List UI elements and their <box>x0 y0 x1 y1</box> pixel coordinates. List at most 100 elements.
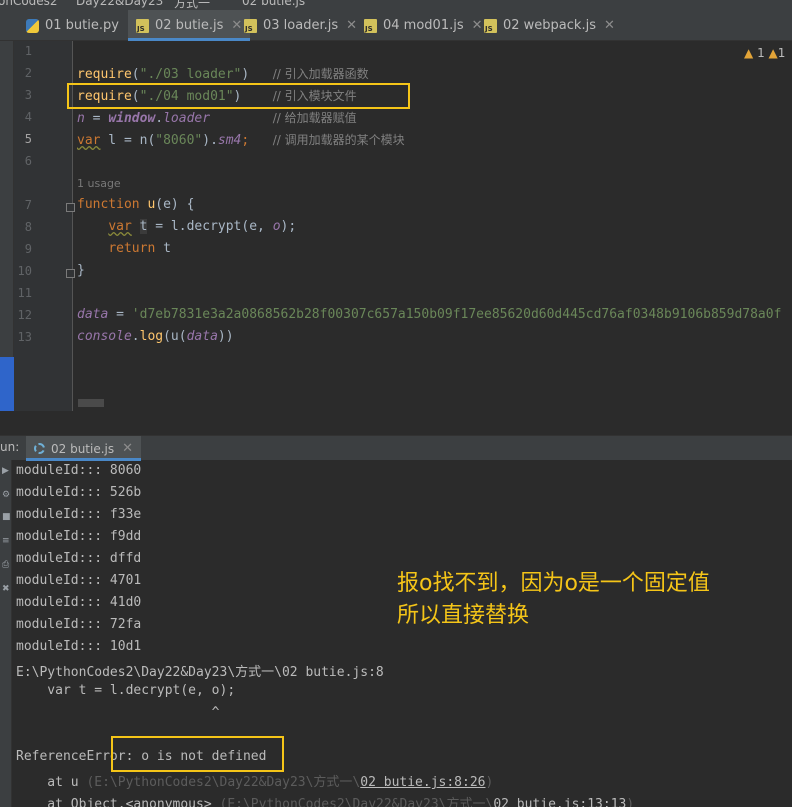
line-number: 12 <box>17 308 32 322</box>
stack-paren: ) <box>626 797 635 807</box>
rerun-icon[interactable]: ▶ <box>2 466 10 476</box>
code-token: (u( <box>163 329 187 344</box>
code-line-4[interactable]: n = window.loader // 给加载器赋值 <box>77 109 357 126</box>
code-token: "./03 loader" <box>139 67 242 82</box>
breadcrumb-subfolder[interactable]: 方式一 <box>174 0 210 10</box>
code-token: window <box>108 111 156 126</box>
console-error-code: var t = l.decrypt(e, o); <box>16 683 236 698</box>
stack-prefix: at u <box>16 775 87 790</box>
fold-close-icon[interactable] <box>66 269 75 278</box>
code-line-10[interactable]: } <box>77 263 85 278</box>
code-token: ). <box>202 133 218 148</box>
settings-icon[interactable]: ⚙ <box>2 490 10 500</box>
code-token: var <box>77 133 101 148</box>
trash-icon[interactable]: ✖ <box>2 584 10 594</box>
stack-location: (E:\PythonCodes2\Day22&Day23\方式一\ <box>86 775 361 790</box>
console-line: moduleId::: f9dd <box>16 529 142 544</box>
console-line: moduleId::: 4701 <box>16 573 142 588</box>
tab-label: 02 webpack.js <box>503 18 596 33</box>
console-line: moduleId::: 8060 <box>16 463 142 478</box>
console-line: moduleId::: dffd <box>16 551 142 566</box>
code-line-13[interactable]: console.log(u(data)) <box>77 329 234 344</box>
console-line: moduleId::: 526b <box>16 485 142 500</box>
code-token: = l.decrypt(e, <box>147 219 273 234</box>
tab-label: 03 loader.js <box>263 18 339 33</box>
usage-hint[interactable]: 1 usage <box>77 177 121 190</box>
fold-open-icon[interactable] <box>66 203 75 212</box>
project-tool-button[interactable] <box>0 357 14 417</box>
tab-04-mod01-js[interactable]: 04 mod01.js ✕ <box>358 10 491 41</box>
tab-label: 02 butie.js <box>155 18 224 33</box>
stop-icon[interactable]: ■ <box>2 512 11 522</box>
stack-paren: ) <box>485 775 494 790</box>
annotation-note: 报o找不到，因为o是一个固定值 所以直接替换 <box>397 568 710 632</box>
code-line-12[interactable]: data = 'd7eb7831e3a2a0868562b28f00307c65… <box>77 307 781 322</box>
stack-file-link[interactable]: 02 butie.js:13:13 <box>493 797 626 807</box>
code-token: "8060" <box>155 133 203 148</box>
console-toolbar: ▶ ⚙ ■ ≡ ⎙ ✖ <box>0 460 12 807</box>
soft-wrap-icon[interactable]: ≡ <box>2 536 10 546</box>
annotation-line-2: 所以直接替换 <box>397 603 530 628</box>
js-file-icon <box>484 18 497 33</box>
console-line: moduleId::: 10d1 <box>16 639 142 654</box>
code-token: (e) { <box>155 197 195 212</box>
close-icon[interactable]: ✕ <box>604 18 615 33</box>
breadcrumb-project[interactable]: onCodes2 <box>0 0 58 8</box>
code-token: var <box>108 219 132 234</box>
horizontal-scrollbar[interactable] <box>78 399 104 407</box>
code-token: 'd7eb7831e3a2a0868562b28f00307c657a150b0… <box>131 307 782 322</box>
code-token: console <box>77 329 132 344</box>
code-token: data <box>77 307 109 322</box>
print-icon[interactable]: ⎙ <box>2 560 10 570</box>
breadcrumb-file[interactable]: 02 butie.js <box>242 0 305 8</box>
run-config-icon <box>34 443 45 454</box>
code-token: sm4 <box>217 133 242 148</box>
tab-03-loader-js[interactable]: 03 loader.js ✕ <box>238 10 365 41</box>
close-icon[interactable]: ✕ <box>346 18 357 33</box>
code-token: require <box>77 67 132 82</box>
stack-file-link[interactable]: 02 butie.js:8:26 <box>360 775 485 790</box>
breadcrumb-folder[interactable]: Day22&Day23 <box>76 0 163 8</box>
stack-frame-anonymous: at Object.<anonymous> (E:\PythonCodes2\D… <box>16 793 634 807</box>
warning-icon: ▲ <box>768 46 778 60</box>
line-number: 10 <box>17 264 32 278</box>
code-token: = <box>84 111 109 126</box>
line-number: 4 <box>24 110 32 124</box>
tab-02-butie-js[interactable]: 02 butie.js ✕ <box>128 10 251 41</box>
second-count: 1 <box>777 46 786 60</box>
highlight-box-require-mod01 <box>67 83 410 109</box>
js-file-icon <box>136 18 149 33</box>
editor-tab-bar: 01 butie.py ✕ 02 butie.js ✕ 03 loader.js… <box>0 10 792 41</box>
code-token: l = n( <box>100 133 156 148</box>
python-file-icon <box>26 18 39 33</box>
close-icon[interactable]: ✕ <box>122 441 133 456</box>
run-panel-header: un: 02 butie.js ✕ <box>0 435 792 461</box>
warning-icon: ▲ <box>744 46 754 60</box>
run-tab-label: 02 butie.js <box>51 441 115 456</box>
code-token: data <box>186 329 218 344</box>
line-number: 9 <box>24 242 32 256</box>
code-line-8[interactable]: var t = l.decrypt(e, o); <box>77 219 296 234</box>
tab-02-webpack-js[interactable]: 02 webpack.js ✕ <box>478 10 623 41</box>
code-token: ); <box>280 219 297 234</box>
code-token: )) <box>217 329 234 344</box>
stack-location: (E:\PythonCodes2\Day22&Day23\方式一\ <box>219 797 494 807</box>
console-line: moduleId::: 72fa <box>16 617 142 632</box>
js-file-icon <box>244 18 257 33</box>
run-tab-02-butie-js[interactable]: 02 butie.js ✕ <box>26 436 142 461</box>
code-token: log <box>139 329 164 344</box>
inspection-widget[interactable]: ▲ 1 ▲1 <box>744 46 785 60</box>
code-token: o <box>272 219 281 234</box>
code-token: ( <box>131 67 140 82</box>
left-tool-stripe <box>0 41 14 435</box>
code-line-5[interactable]: var l = n("8060").sm4; // 调用加载器的某个模块 <box>77 131 405 148</box>
code-line-7[interactable]: function u(e) { <box>77 197 194 212</box>
code-line-2[interactable]: require("./03 loader") // 引入加载器函数 <box>77 65 369 82</box>
code-comment: // 调用加载器的某个模块 <box>272 133 405 147</box>
code-line-9[interactable]: return t <box>77 241 171 256</box>
js-file-icon <box>364 18 377 33</box>
